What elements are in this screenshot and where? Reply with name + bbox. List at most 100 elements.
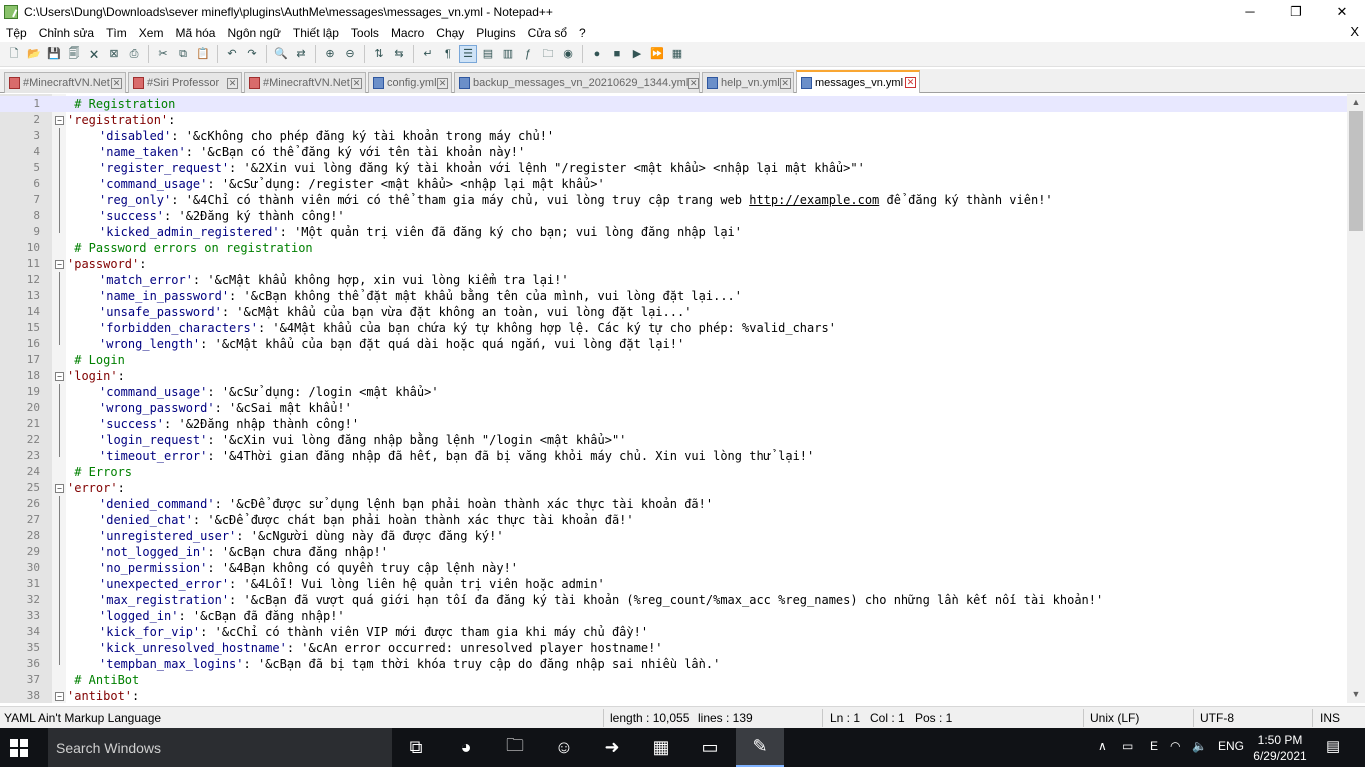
editor[interactable]: 1 # Registration 2−'registration': 3'disab… (0, 94, 1365, 703)
menu-item[interactable]: ? (573, 26, 592, 40)
windows-start-icon[interactable] (10, 739, 28, 757)
discord-icon[interactable]: ☺ (540, 728, 588, 767)
code-line[interactable]: 12 'match_error': '&cMật khẩu không hợp, … (0, 272, 1347, 288)
menu-item[interactable]: Ngôn ngữ (221, 26, 286, 40)
code-line[interactable]: 23 'timeout_error': '&4Thời gian đăng nhậ… (0, 448, 1347, 464)
code-line[interactable]: 34 'kick_for_vip': '&cChỉ có thành viên V… (0, 624, 1347, 640)
tray-chevron-icon[interactable]: ∧ (1098, 739, 1107, 753)
record-macro-icon[interactable]: ● (588, 45, 606, 63)
indent-guide-icon[interactable]: ☰ (459, 45, 477, 63)
scroll-up-button[interactable]: ▲ (1347, 94, 1365, 111)
url-link[interactable]: http://example.com (749, 193, 879, 207)
code-line[interactable]: 9 'kicked_admin_registered': 'Một quản tr… (0, 224, 1347, 240)
taskbar-clock[interactable]: 1:50 PM 6/29/2021 (1250, 732, 1310, 764)
arrow-app-icon[interactable]: ➜ (588, 728, 636, 767)
close-all-icon[interactable]: ⊠ (105, 45, 123, 63)
zoom-out-icon[interactable]: ⊖ (341, 45, 359, 63)
close-document-button[interactable]: X (1350, 24, 1359, 39)
tab-close-icon[interactable]: ✕ (111, 77, 122, 89)
tab-close-icon[interactable]: ✕ (905, 77, 916, 88)
ime-indicator[interactable]: E (1150, 739, 1158, 753)
code-lines[interactable]: 1 # Registration 2−'registration': 3'disab… (0, 96, 1347, 703)
zoom-in-icon[interactable]: ⊕ (321, 45, 339, 63)
terminal-icon[interactable]: ▭ (686, 728, 734, 767)
new-file-icon[interactable]: 🗋 (5, 45, 23, 63)
code-line[interactable]: 14 'unsafe_password': '&cMật khẩu của bạn… (0, 304, 1347, 320)
notification-icon[interactable]: ▤ (1326, 737, 1340, 755)
fold-toggle-icon[interactable]: − (55, 372, 64, 381)
scroll-down-button[interactable]: ▼ (1347, 686, 1365, 703)
scroll-thumb[interactable] (1349, 111, 1363, 231)
code-line[interactable]: 26 'denied_command': '&cĐể được sử dụng l… (0, 496, 1347, 512)
function-list-icon[interactable]: ƒ (519, 45, 537, 63)
code-line[interactable]: 31 'unexpected_error': '&4Lỗi! Vui lòng l… (0, 576, 1347, 592)
menu-item[interactable]: Tìm (100, 26, 133, 40)
tab-close-icon[interactable]: ✕ (351, 77, 362, 89)
monitor-icon[interactable]: ◉ (559, 45, 577, 63)
code-line[interactable]: 13 'name_in_password': '&cBạn không thể đ… (0, 288, 1347, 304)
tab-4[interactable]: config.yml ✕ (368, 72, 452, 93)
menu-item[interactable]: Tệp (0, 26, 33, 40)
stop-record-icon[interactable]: ■ (608, 45, 626, 63)
tab-3[interactable]: #MinecraftVN.Net ✕ (244, 72, 366, 93)
maximize-button[interactable]: ❐ (1273, 0, 1319, 23)
wifi-icon[interactable]: ◠ (1170, 739, 1180, 753)
word-wrap-icon[interactable]: ↵ (419, 45, 437, 63)
notepadpp-icon[interactable]: ✎ (736, 728, 784, 767)
tab-7[interactable]: messages_vn.yml ✕ (796, 70, 920, 93)
sync-horizontal-icon[interactable]: ⇆ (390, 45, 408, 63)
code-line[interactable]: 35 'kick_unresolved_hostname': '&cAn erro… (0, 640, 1347, 656)
volume-icon[interactable]: 🔈 (1192, 739, 1207, 753)
menu-item[interactable]: Thiết lập (287, 26, 345, 40)
play-macro-icon[interactable]: ▶ (628, 45, 646, 63)
code-line[interactable]: 38 −'antibot': (0, 688, 1347, 703)
code-line[interactable]: 5 'register_request': '&2Xin vui lòng đăn… (0, 160, 1347, 176)
sync-vertical-icon[interactable]: ⇅ (370, 45, 388, 63)
menu-item[interactable]: Tools (345, 26, 385, 40)
menu-item[interactable]: Chỉnh sửa (33, 26, 100, 40)
code-line[interactable]: 33 'logged_in': '&cBạn đã đăng nhập!' (0, 608, 1347, 624)
file-explorer-icon[interactable]: 🗀 (491, 728, 539, 767)
paste-icon[interactable]: 📋 (194, 45, 212, 63)
fold-toggle-icon[interactable]: − (55, 692, 64, 701)
print-icon[interactable]: ⎙ (125, 45, 143, 63)
notepadpp-app-icon[interactable] (4, 4, 18, 19)
replace-icon[interactable]: ⇄ (292, 45, 310, 63)
folder-workspace-icon[interactable]: 🗀 (539, 45, 557, 63)
save-macro-icon[interactable]: ▦ (668, 45, 686, 63)
menu-item[interactable]: Xem (133, 26, 170, 40)
find-icon[interactable]: 🔍 (272, 45, 290, 63)
save-icon[interactable]: 💾 (45, 45, 63, 63)
code-line[interactable]: 3 'disabled': '&cKhông cho phép đăng ký t… (0, 128, 1347, 144)
tab-1[interactable]: #MinecraftVN.Net ✕ (4, 72, 126, 93)
open-file-icon[interactable]: 📂 (25, 45, 43, 63)
code-line[interactable]: 7 'reg_only': '&4Chỉ có thành viên mới có… (0, 192, 1347, 208)
fold-toggle-icon[interactable]: − (55, 260, 64, 269)
code-line[interactable]: 18 −'login': (0, 368, 1347, 384)
language-indicator[interactable]: ENG (1218, 739, 1244, 753)
undo-icon[interactable]: ↶ (223, 45, 241, 63)
save-all-icon[interactable]: 🗐 (65, 45, 83, 63)
tab-5[interactable]: backup_messages_vn_20210629_1344.yml ✕ (454, 72, 700, 93)
code-line[interactable]: 17 # Login (0, 352, 1347, 368)
code-line[interactable]: 21 'success': '&2Đăng nhập thành công!' (0, 416, 1347, 432)
chrome-canary-icon[interactable]: ◕ (442, 728, 490, 767)
menu-item[interactable]: Chạy (430, 26, 470, 40)
copy-icon[interactable]: ⧉ (174, 45, 192, 63)
code-line[interactable]: 20 'wrong_password': '&cSai mật khẩu!' (0, 400, 1347, 416)
code-line[interactable]: 8 'success': '&2Đăng ký thành công!' (0, 208, 1347, 224)
fold-toggle-icon[interactable]: − (55, 116, 64, 125)
code-line[interactable]: 15 'forbidden_characters': '&4Mật khẩu củ… (0, 320, 1347, 336)
code-line[interactable]: 10 # Password errors on registration (0, 240, 1347, 256)
tab-6[interactable]: help_vn.yml ✕ (702, 72, 794, 93)
code-line[interactable]: 1 # Registration (0, 96, 1347, 112)
menu-item[interactable]: Mã hóa (169, 26, 221, 40)
show-all-chars-icon[interactable]: ¶ (439, 45, 457, 63)
code-line[interactable]: 2 −'registration': (0, 112, 1347, 128)
tab-2[interactable]: #Siri Professor ✕ (128, 72, 242, 93)
redo-icon[interactable]: ↷ (243, 45, 261, 63)
run-macro-multiple-icon[interactable]: ⏩ (648, 45, 666, 63)
code-line[interactable]: 24 # Errors (0, 464, 1347, 480)
code-line[interactable]: 4 'name_taken': '&cBạn có thể đăng ký với… (0, 144, 1347, 160)
menu-item[interactable]: Plugins (470, 26, 521, 40)
